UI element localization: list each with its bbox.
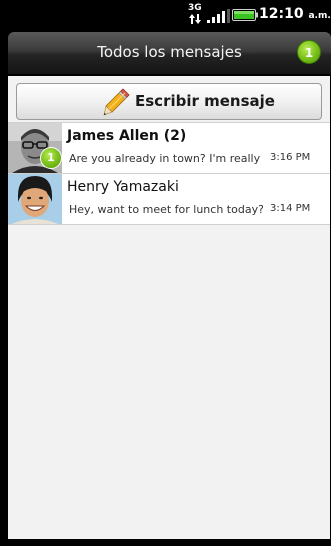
thread-row-henry-yamazaki[interactable]: Henry Yamazaki Hey, want to meet for lun… (8, 174, 330, 225)
pencil-icon (103, 88, 130, 116)
phone-screen: 3G 12:10 a.m. Todos los mensajes 1 Escri… (0, 0, 331, 546)
contact-name: James Allen (2) (67, 128, 187, 144)
message-preview: Hey, want to meet for lunch today? (69, 203, 263, 216)
status-bar: 3G 12:10 a.m. (0, 0, 331, 30)
clock-time: 12:10 (259, 6, 304, 22)
contact-name: Henry Yamazaki (67, 179, 179, 195)
title-bar: Todos los mensajes 1 (8, 32, 331, 75)
compose-label: Escribir mensaje (135, 92, 275, 110)
unread-badge: 1 (40, 147, 62, 169)
messages-panel: Escribir mensaje 1 James Allen (2) Are y… (8, 76, 330, 539)
page-title: Todos los mensajes (97, 43, 242, 61)
status-clock: 12:10 a.m. (259, 6, 331, 22)
message-time: 3:16 PM (270, 152, 311, 163)
network-label: 3G (188, 3, 202, 13)
message-preview: Are you already in town? I'm really lo (69, 152, 263, 165)
message-time: 3:14 PM (270, 203, 311, 214)
network-3g-icon: 3G (188, 4, 202, 26)
unread-count-badge: 1 (297, 40, 321, 64)
signal-icon (207, 9, 230, 23)
thread-row-james-allen[interactable]: 1 James Allen (2) Are you already in tow… (8, 122, 330, 174)
compose-message-button[interactable]: Escribir mensaje (16, 83, 322, 120)
message-thread-list: 1 James Allen (2) Are you already in tow… (8, 122, 330, 225)
clock-ampm: a.m. (308, 11, 331, 21)
avatar (8, 174, 62, 224)
battery-icon (232, 9, 258, 21)
